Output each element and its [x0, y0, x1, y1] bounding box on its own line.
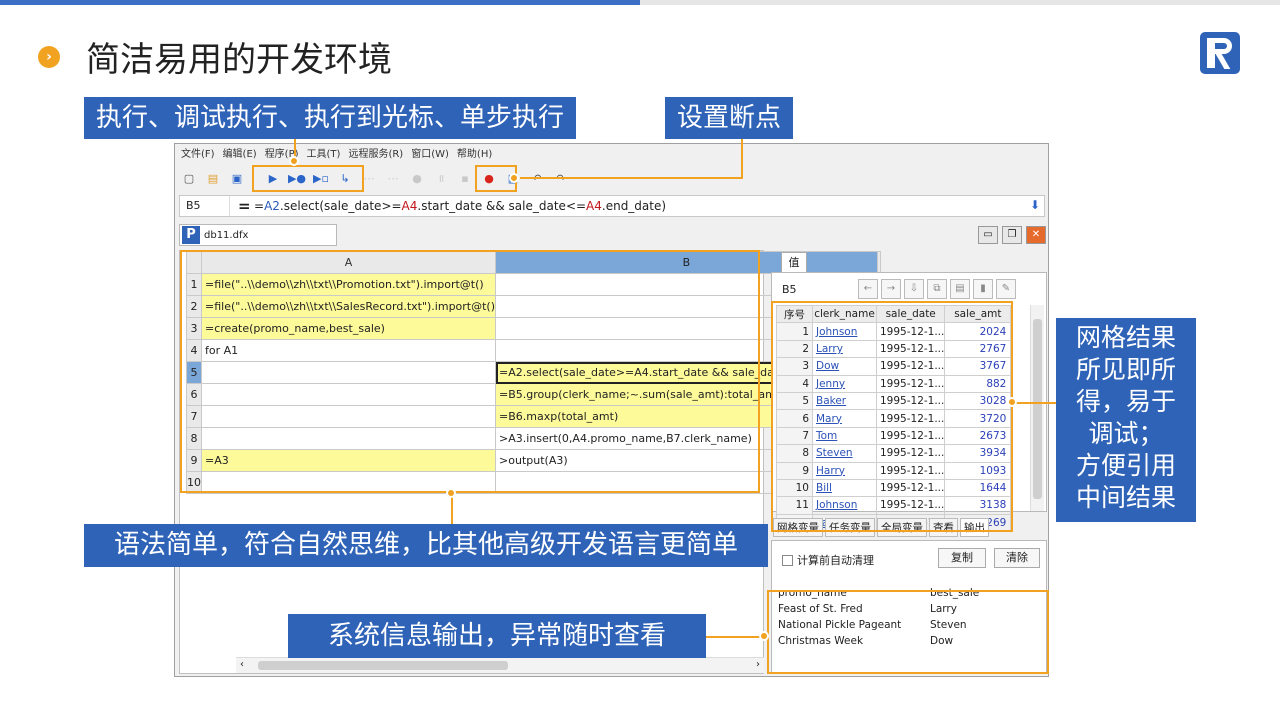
output-highlight: [767, 590, 1049, 674]
formula-eq-label: =: [238, 197, 251, 215]
horizontal-scrollbar[interactable]: ‹ ›: [236, 657, 764, 673]
brand-logo: [1200, 32, 1240, 74]
formula-bar: B5 = =A2.select(sale_date>=A4.start_date…: [179, 195, 1045, 217]
connector-line: [706, 636, 762, 638]
connector-dot: [1007, 397, 1017, 407]
top-accent-bar-gray: [640, 0, 1280, 5]
export-icon[interactable]: ⇩: [904, 279, 924, 299]
menu-window[interactable]: 窗口(W): [411, 146, 449, 164]
connector-dot: [446, 488, 456, 498]
scroll-left-icon[interactable]: ‹: [240, 659, 244, 670]
result-highlight: [771, 301, 1013, 532]
chevron-right-icon: ›: [38, 46, 60, 68]
chart-icon[interactable]: ▮: [973, 279, 993, 299]
copy-icon[interactable]: ⧉: [927, 279, 947, 299]
exec-buttons-highlight: [252, 165, 364, 192]
open-folder-icon[interactable]: ▤: [203, 168, 223, 188]
callout-grid-result: 网格结果 所见即所 得，易于 调试； 方便引用 中间结果: [1056, 318, 1196, 522]
scroll-thumb[interactable]: [258, 661, 508, 670]
menu-help[interactable]: 帮助(H): [457, 146, 492, 164]
back-icon[interactable]: ←: [858, 279, 878, 299]
scroll-right-icon[interactable]: ›: [756, 659, 760, 670]
menu-bar: 文件(F) 编辑(E) 程序(P) 工具(T) 远程服务(R) 窗口(W) 帮助…: [175, 146, 492, 164]
connector-dot: [289, 156, 299, 166]
menu-file[interactable]: 文件(F): [181, 146, 215, 164]
connector-dot: [509, 173, 519, 183]
restore-icon[interactable]: ❐: [1002, 226, 1022, 244]
forward-icon[interactable]: →: [881, 279, 901, 299]
tab-value[interactable]: 值: [781, 252, 807, 272]
scroll-thumb[interactable]: [1033, 319, 1042, 499]
callout-output: 系统信息输出，异常随时查看: [288, 614, 706, 658]
table-view-icon[interactable]: ▤: [950, 279, 970, 299]
document-tab[interactable]: P db11.dfx: [179, 224, 337, 246]
step-into-icon[interactable]: ⋯: [383, 168, 403, 188]
clear-button[interactable]: 清除: [994, 548, 1040, 568]
menu-tools[interactable]: 工具(T): [307, 146, 341, 164]
callout-exec: 执行、调试执行、执行到光标、单步执行: [84, 97, 577, 139]
save-icon[interactable]: ▣: [227, 168, 247, 188]
file-type-icon: P: [182, 226, 200, 244]
callout-breakpoint: 设置断点: [665, 97, 794, 139]
resume-icon[interactable]: ●: [407, 168, 427, 188]
vertical-scrollbar[interactable]: [1030, 305, 1044, 511]
page-title: 简洁易用的开发环境: [86, 40, 392, 80]
value-cell-label: B5: [782, 283, 797, 296]
connector-line: [520, 177, 743, 179]
cell-reference[interactable]: B5: [180, 196, 230, 216]
callout-syntax: 语法简单，符合自然思维，比其他高级开发语言更简单: [84, 524, 768, 567]
expand-formula-icon[interactable]: ⬇: [1030, 198, 1040, 212]
stop-icon[interactable]: ▪: [455, 168, 475, 188]
close-icon[interactable]: ✕: [1026, 226, 1046, 244]
pin-icon[interactable]: ✎: [996, 279, 1016, 299]
pause-icon[interactable]: ॥: [431, 168, 451, 188]
grid-highlight: [180, 250, 760, 493]
value-toolbar: ← → ⇩ ⧉ ▤ ▮ ✎: [858, 279, 1016, 299]
window-controls: ▭ ❐ ✕: [978, 226, 1046, 244]
top-accent-bar: [0, 0, 640, 5]
connector-dot: [759, 631, 769, 641]
connector-line: [1014, 402, 1056, 404]
formula-input[interactable]: =A2.select(sale_date>=A4.start_date && s…: [254, 196, 666, 216]
menu-edit[interactable]: 编辑(E): [223, 146, 257, 164]
connector-line: [451, 494, 453, 524]
minimize-icon[interactable]: ▭: [978, 226, 998, 244]
menu-remote[interactable]: 远程服务(R): [348, 146, 403, 164]
new-file-icon[interactable]: ▢: [179, 168, 199, 188]
copy-button[interactable]: 复制: [938, 548, 986, 568]
auto-clear-checkbox[interactable]: 计算前自动清理: [782, 552, 874, 568]
connector-line: [741, 138, 743, 178]
document-tab-label: db11.dfx: [204, 229, 249, 241]
